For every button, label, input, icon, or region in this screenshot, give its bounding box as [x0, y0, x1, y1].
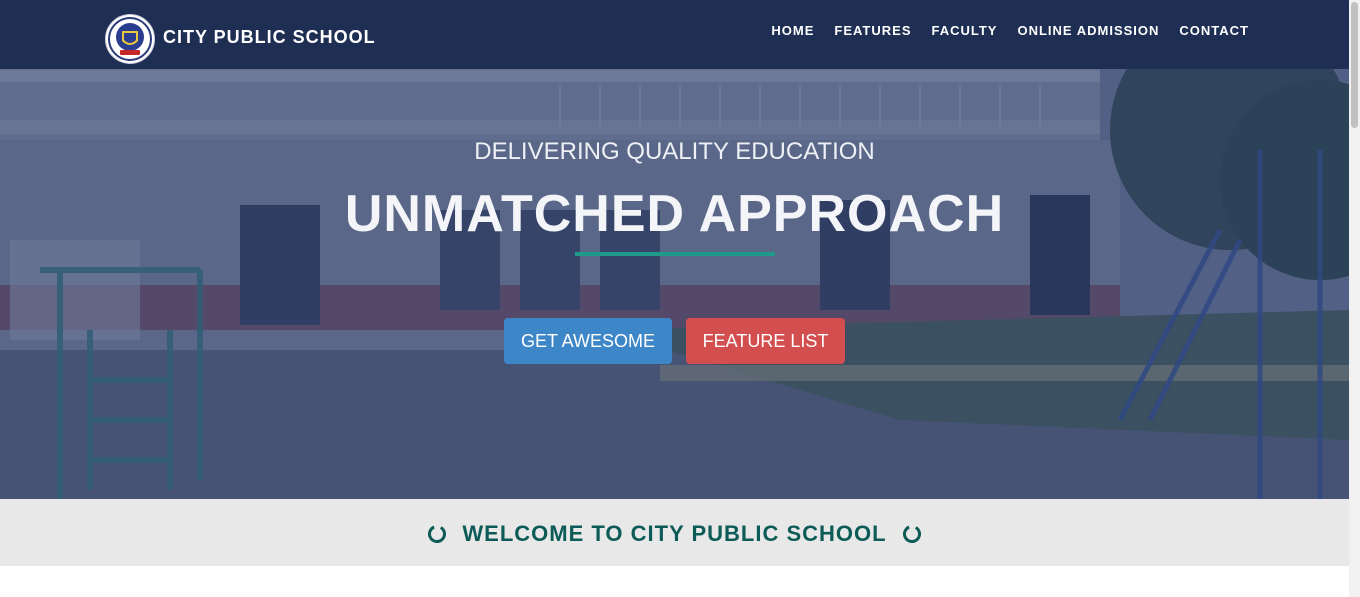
school-crest-icon[interactable]	[105, 14, 155, 64]
nav-contact[interactable]: CONTACT	[1179, 23, 1249, 39]
circle-ring-icon	[428, 525, 447, 543]
get-awesome-button[interactable]: GET AWESOME	[504, 318, 672, 364]
feature-list-button[interactable]: FEATURE LIST	[686, 318, 845, 364]
nav-home[interactable]: HOME	[771, 23, 814, 39]
nav-features[interactable]: FEATURES	[834, 23, 911, 39]
hero-overlay	[0, 0, 1349, 499]
brand-name[interactable]: CITY PUBLIC SCHOOL	[163, 27, 376, 48]
welcome-title: WELCOME TO CITY PUBLIC SCHOOL	[462, 521, 887, 546]
page: DELIVERING QUALITY EDUCATION UNMATCHED A…	[0, 0, 1349, 597]
circle-ring-icon	[902, 525, 921, 543]
main-nav: HOME FEATURES FACULTY ONLINE ADMISSION C…	[751, 23, 1249, 39]
nav-faculty[interactable]: FACULTY	[932, 23, 998, 39]
hero-subtitle: DELIVERING QUALITY EDUCATION	[474, 138, 875, 165]
nav-online-admission[interactable]: ONLINE ADMISSION	[1017, 23, 1159, 39]
scrollbar-thumb[interactable]	[1351, 2, 1358, 128]
navbar: CITY PUBLIC SCHOOL HOME FEATURES FACULTY…	[0, 0, 1349, 69]
page-scrollbar[interactable]	[1349, 0, 1360, 597]
welcome-heading: WELCOME TO CITY PUBLIC SCHOOL	[0, 521, 1349, 547]
hero-title-underline	[575, 252, 775, 256]
hero-title: UNMATCHED APPROACH	[344, 185, 1005, 243]
welcome-band: WELCOME TO CITY PUBLIC SCHOOL	[0, 499, 1349, 566]
hero-section: DELIVERING QUALITY EDUCATION UNMATCHED A…	[0, 0, 1349, 499]
